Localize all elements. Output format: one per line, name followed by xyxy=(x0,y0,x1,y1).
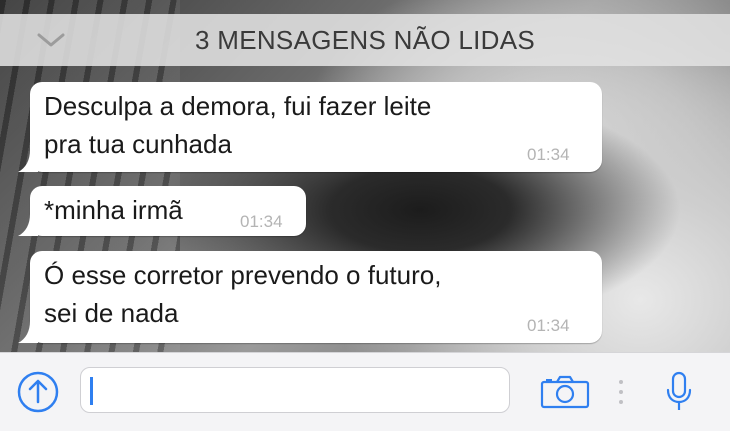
bubble-tail xyxy=(18,214,38,236)
message-timestamp: 01:34 xyxy=(527,145,570,164)
message-text: Desculpa a demora, fui fazer leite pra t… xyxy=(44,91,432,159)
text-cursor xyxy=(90,377,93,405)
bubble-tail xyxy=(18,150,38,172)
message-input[interactable] xyxy=(80,367,510,413)
message-bubble[interactable]: Desculpa a demora, fui fazer leite pra t… xyxy=(18,82,602,172)
unread-count-label: 3 MENSAGENS NÃO LIDAS xyxy=(194,25,536,55)
message-composer-bar xyxy=(0,352,730,431)
message-timestamp: 01:34 xyxy=(240,212,283,231)
unread-messages-banner[interactable]: 3 MENSAGENS NÃO LIDAS xyxy=(0,14,730,66)
message-bubble[interactable]: Ó esse corretor prevendo o futuro, sei d… xyxy=(18,251,602,343)
vertical-dots-icon xyxy=(619,380,623,404)
bubble-tail xyxy=(18,321,38,343)
message-text: Ó esse corretor prevendo o futuro, sei d… xyxy=(44,260,442,328)
message-bubble[interactable]: *minha irmã 01:34 xyxy=(18,186,306,236)
message-timestamp: 01:34 xyxy=(527,316,570,335)
message-text: *minha irmã xyxy=(44,195,183,225)
camera-icon[interactable] xyxy=(540,375,590,409)
microphone-icon[interactable] xyxy=(664,371,694,413)
arrow-up-circle-icon[interactable] xyxy=(16,370,60,414)
